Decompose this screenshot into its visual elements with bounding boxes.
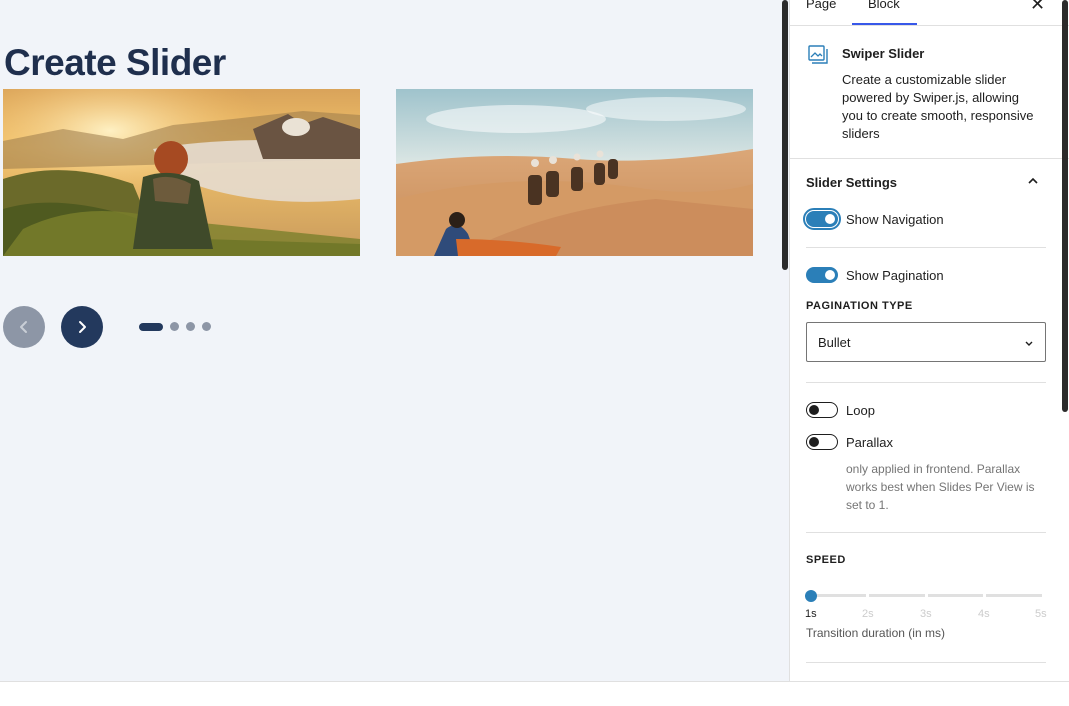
pagination-type-value: Bullet xyxy=(818,334,851,350)
slider-next-button[interactable] xyxy=(61,306,103,348)
show-pagination-label: Show Pagination xyxy=(846,267,944,283)
chevron-left-icon xyxy=(20,321,27,333)
settings-sidebar: Page Block ✕ Swiper Slider Create a cust… xyxy=(789,0,1069,681)
sidebar-scrollbar[interactable] xyxy=(1061,0,1069,681)
block-description: Create a customizable slider powered by … xyxy=(842,72,1034,141)
sidebar-scrollbar-thumb[interactable] xyxy=(1062,0,1068,412)
sidebar-tabs: Page Block ✕ xyxy=(790,0,1069,26)
chevron-right-icon xyxy=(79,321,86,333)
slide-image-2[interactable] xyxy=(396,89,753,256)
pagination-type-select[interactable]: Bullet xyxy=(806,322,1046,362)
close-icon[interactable]: ✕ xyxy=(1030,0,1045,15)
tab-block[interactable]: Block xyxy=(868,0,900,11)
parallax-help-text: only applied in frontend. Parallax works… xyxy=(846,462,1035,512)
active-tab-indicator xyxy=(852,23,917,25)
page-title[interactable]: Create Slider xyxy=(4,42,226,84)
parallax-toggle-row[interactable]: Parallax xyxy=(806,434,893,450)
block-card: Swiper Slider Create a customizable slid… xyxy=(790,27,1069,159)
block-name: Swiper Slider xyxy=(842,46,925,61)
show-pagination-toggle-row[interactable]: Show Pagination xyxy=(806,267,944,283)
show-pagination-toggle[interactable] xyxy=(806,267,838,283)
speed-help-text: Transition duration (in ms) xyxy=(806,626,945,640)
slide-image-1[interactable] xyxy=(3,89,360,256)
editor-canvas: Create Slider xyxy=(0,0,780,681)
pagination-dots xyxy=(139,322,211,331)
speed-range-thumb[interactable] xyxy=(805,590,817,602)
pagination-dot-2[interactable] xyxy=(170,322,179,331)
chevron-down-icon xyxy=(1025,341,1033,346)
pagination-dot-3[interactable] xyxy=(186,322,195,331)
editor-footer xyxy=(0,681,1069,706)
speed-mark-5: 5s xyxy=(1035,608,1047,620)
show-navigation-toggle-row[interactable]: Show Navigation xyxy=(803,208,944,230)
speed-range-track[interactable] xyxy=(810,594,1042,598)
divider xyxy=(806,247,1046,248)
tab-page[interactable]: Page xyxy=(806,0,836,11)
parallax-toggle[interactable] xyxy=(806,434,838,450)
speed-mark-3: 3s xyxy=(920,608,932,620)
speed-label: SPEED xyxy=(806,554,846,566)
divider xyxy=(806,532,1046,533)
panel-title[interactable]: Slider Settings xyxy=(806,175,897,190)
divider xyxy=(806,662,1046,663)
editor-scrollbar[interactable] xyxy=(780,0,789,681)
slider-icon xyxy=(808,45,828,64)
loop-label: Loop xyxy=(846,402,875,418)
pagination-type-label: PAGINATION TYPE xyxy=(806,300,913,312)
show-navigation-toggle[interactable] xyxy=(803,208,841,230)
parallax-label: Parallax xyxy=(846,434,893,450)
pagination-dot-4[interactable] xyxy=(202,322,211,331)
pagination-dot-1[interactable] xyxy=(139,322,163,331)
chevron-up-icon[interactable] xyxy=(1026,174,1040,188)
speed-mark-2: 2s xyxy=(862,608,874,620)
loop-toggle-row[interactable]: Loop xyxy=(806,402,875,418)
divider xyxy=(806,382,1046,383)
speed-mark-1: 1s xyxy=(805,608,817,620)
slider-prev-button[interactable] xyxy=(3,306,45,348)
speed-mark-4: 4s xyxy=(978,608,990,620)
show-navigation-label: Show Navigation xyxy=(846,211,944,227)
loop-toggle[interactable] xyxy=(806,402,838,418)
editor-scrollbar-thumb[interactable] xyxy=(782,0,788,270)
